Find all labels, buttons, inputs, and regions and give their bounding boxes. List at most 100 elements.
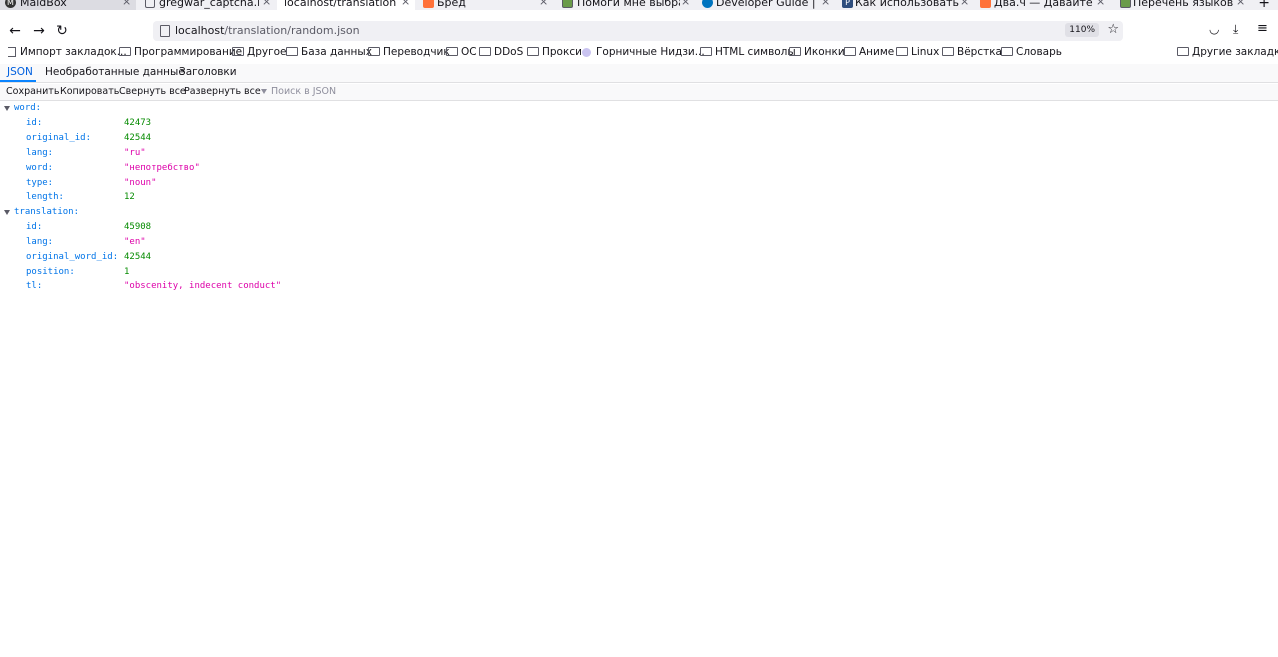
bookmark-folder[interactable]: HTML символы (700, 46, 796, 58)
tab-kak-ispolzovat[interactable]: P Как использовать hCaptcha × (837, 0, 975, 10)
bookmark-folder[interactable]: Вёрстка (942, 46, 1002, 58)
pocket-icon[interactable]: ◡ (1209, 22, 1219, 36)
json-viewer-tabs: JSON Необработанные данные Заголовки (0, 64, 1278, 83)
bookmark-label: Другое (247, 46, 287, 58)
tab-localhost[interactable]: localhost/translation/random × (277, 0, 415, 10)
close-icon[interactable]: × (960, 0, 969, 8)
download-icon[interactable]: ⤓ (1233, 22, 1238, 37)
bookmark-star-icon[interactable]: ☆ (1107, 22, 1119, 37)
json-value: "ru" (124, 148, 146, 158)
bookmark-folder[interactable]: Переводчик (368, 46, 450, 58)
tree-row[interactable]: word: "непотребство" (0, 161, 1278, 175)
close-icon[interactable]: × (539, 0, 548, 8)
bookmark-folder[interactable]: Прокси (527, 46, 582, 58)
json-value: 12 (124, 192, 135, 202)
tree-row-translation[interactable]: translation: (0, 205, 1278, 219)
close-icon[interactable]: × (821, 0, 830, 8)
bookmark-folder[interactable]: Аниме (844, 46, 894, 58)
folder-icon (446, 46, 458, 56)
tab-title: gregwar_captcha.html (159, 0, 259, 9)
json-key: original_word_id: (26, 252, 119, 262)
tab-headers[interactable]: Заголовки (179, 66, 237, 78)
tree-row[interactable]: original_word_id: 42544 (0, 250, 1278, 264)
expand-toggle-icon[interactable] (4, 210, 10, 215)
bookmark-folder[interactable]: Другое (232, 46, 286, 58)
tab-captcha[interactable]: gregwar_captcha.html × (137, 0, 275, 10)
tree-row[interactable]: original_id: 42544 (0, 131, 1278, 145)
menu-icon[interactable]: ≡ (1257, 21, 1268, 36)
hcaptcha-icon (702, 0, 713, 8)
bookmark-folder[interactable]: Linux (896, 46, 939, 58)
tab-title: Перечень языков — Википедия (1133, 0, 1233, 9)
expand-all-button[interactable]: Развернуть все (184, 86, 261, 97)
url-text[interactable]: localhost/translation/random.json (175, 24, 360, 37)
close-icon[interactable]: × (401, 0, 410, 8)
tree-row[interactable]: tl: "obscenity, indecent conduct" (0, 279, 1278, 293)
tab-json[interactable]: JSON (7, 66, 33, 78)
tab-hcaptcha-guide[interactable]: Developer Guide | hCaptcha × (697, 0, 835, 10)
tab-pomogi[interactable]: Помоги мне выбрать × (557, 0, 695, 10)
tree-row[interactable]: type: "noun" (0, 176, 1278, 190)
bookmark-label: База данных (301, 46, 372, 58)
tree-row[interactable]: id: 42473 (0, 116, 1278, 130)
bookmark-label: Переводчик (383, 46, 450, 58)
bookmark-folder[interactable]: Программирование (119, 46, 242, 58)
folder-icon (844, 46, 856, 56)
collapse-all-button[interactable]: Свернуть все (119, 86, 186, 97)
bookmark-label: Другие закладки (1192, 46, 1278, 58)
url-bar[interactable]: localhost/translation/random.json 110% ☆ (153, 21, 1123, 41)
tab-strip: M MaidBox × gregwar_captcha.html × local… (0, 0, 1278, 10)
bookmark-folder[interactable]: База данных (286, 46, 372, 58)
close-icon[interactable]: × (681, 0, 690, 8)
image-icon (1120, 0, 1131, 8)
copy-button[interactable]: Копировать (60, 86, 119, 97)
expand-toggle-icon[interactable] (4, 106, 10, 111)
json-key: original_id: (26, 133, 92, 143)
close-icon[interactable]: × (1236, 0, 1245, 8)
tree-row[interactable]: id: 45908 (0, 220, 1278, 234)
close-icon[interactable]: × (122, 0, 131, 8)
bookmark-item[interactable]: Горничные Нидзи... (582, 46, 705, 58)
json-key: type: (26, 178, 54, 188)
json-value: "en" (124, 237, 146, 247)
tab-raw-data[interactable]: Необработанные данные (45, 66, 185, 78)
zoom-badge[interactable]: 110% (1065, 23, 1099, 37)
tab-dvach[interactable]: Два.ч — Давайте при × (977, 0, 1115, 10)
folder-icon (119, 46, 131, 56)
import-icon (8, 47, 16, 57)
bookmark-folder[interactable]: Иконки (789, 46, 845, 58)
folder-icon (942, 46, 954, 56)
tree-row[interactable]: position: 1 (0, 265, 1278, 279)
bookmarks-bar: Импорт закладок... Программирование Друг… (0, 45, 1278, 62)
forward-button[interactable]: → (30, 22, 48, 40)
tree-row[interactable]: lang: "en" (0, 235, 1278, 249)
new-tab-button[interactable]: + (1258, 0, 1270, 10)
bookmark-folder[interactable]: Словарь (1001, 46, 1062, 58)
json-value: "noun" (124, 178, 157, 188)
reload-button[interactable]: ↻ (53, 22, 71, 40)
bookmark-folder[interactable]: DDoS (479, 46, 523, 58)
close-icon[interactable]: × (1096, 0, 1105, 8)
json-filter-input[interactable]: Поиск в JSON (261, 86, 336, 97)
bookmark-folder[interactable]: ОС (446, 46, 477, 58)
other-bookmarks[interactable]: Другие закладки (1177, 46, 1278, 58)
tab-perechen[interactable]: Перечень языков — Википедия × (1117, 0, 1247, 10)
tree-row[interactable]: length: 12 (0, 190, 1278, 204)
bookmark-label: ОС (461, 46, 477, 58)
tree-row[interactable]: lang: "ru" (0, 146, 1278, 160)
circle-icon (582, 47, 591, 57)
tab-bred[interactable]: Бред × (417, 0, 555, 10)
navigation-bar: ← → ↻ localhost/translation/random.json … (0, 18, 1278, 44)
bookmark-label: Программирование (134, 46, 243, 58)
back-button[interactable]: ← (6, 22, 24, 40)
json-key: translation: (14, 207, 80, 217)
json-value: "obscenity, indecent conduct" (124, 281, 282, 291)
close-icon[interactable]: × (262, 0, 271, 8)
bookmark-label: Linux (911, 46, 940, 58)
tree-row-word[interactable]: word: (0, 101, 1278, 115)
save-button[interactable]: Сохранить (6, 86, 59, 97)
bookmark-import[interactable]: Импорт закладок... (8, 46, 127, 58)
orange-icon (980, 0, 991, 8)
json-value: 42544 (124, 133, 152, 143)
tab-maidbox[interactable]: M MaidBox × (0, 0, 136, 10)
